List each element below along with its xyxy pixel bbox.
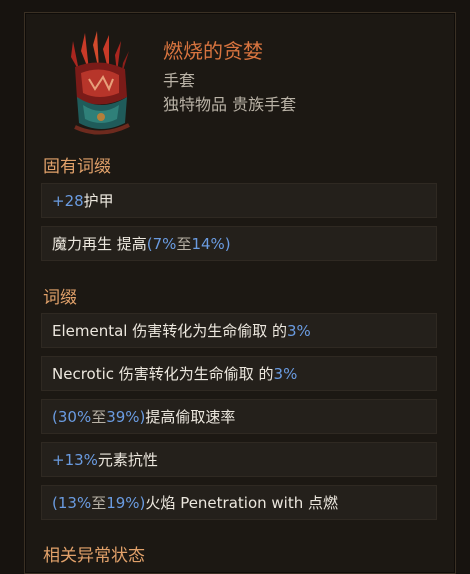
affix-value: 3%: [287, 321, 311, 340]
item-tooltip: 燃烧的贪婪 手套 独特物品 贵族手套 固有词缀 +28 护甲 魔力再生 提高 (…: [24, 12, 456, 574]
affix-row: +13% 元素抗性: [41, 442, 437, 477]
affix-value-max: 39%): [106, 407, 146, 426]
affix-row: (30% 至 39%) 提高偷取速率: [41, 399, 437, 434]
affix-value: 3%: [273, 364, 298, 383]
affix-value-min: (13%: [52, 493, 92, 512]
implicit-section-title: 固有词缀: [43, 157, 111, 177]
affix-row: Necrotic 伤害转化为生命偷取 的 3%: [41, 356, 437, 391]
range-separator: 至: [91, 494, 107, 512]
affix-text: Elemental 伤害转化为生命偷取 的: [52, 322, 287, 340]
implicit-text: 护甲: [83, 192, 114, 210]
implicit-value-min: (7%: [146, 234, 177, 253]
affix-value-min: (30%: [52, 407, 92, 426]
implicit-value-max: 14%): [191, 234, 231, 253]
affix-text: 提高偷取速率: [145, 408, 236, 426]
item-name: 燃烧的贪婪: [163, 39, 263, 63]
affix-text: Necrotic 伤害转化为生命偷取 的: [52, 365, 274, 383]
burning-gauntlet-icon: [71, 31, 130, 135]
affix-value-max: 19%): [106, 493, 146, 512]
affix-text: 元素抗性: [97, 451, 158, 469]
range-separator: 至: [91, 408, 107, 426]
item-header: 燃烧的贪婪 手套 独特物品 贵族手套: [25, 13, 455, 143]
range-separator: 至: [176, 235, 192, 253]
affix-row: Elemental 伤害转化为生命偷取 的 3%: [41, 313, 437, 348]
affix-row: (13% 至 19%) 火焰 Penetration with 点燃: [41, 485, 437, 520]
affix-value: +13%: [52, 450, 98, 469]
implicit-value: +28: [52, 191, 84, 210]
implicit-text: 魔力再生 提高: [52, 235, 147, 253]
implicit-row-armor: +28 护甲: [41, 183, 437, 218]
related-section-title: 相关异常状态: [43, 546, 145, 566]
affix-text: 火焰 Penetration with 点燃: [145, 494, 338, 512]
item-type: 手套: [163, 71, 196, 90]
item-subtitle: 独特物品 贵族手套: [163, 95, 297, 114]
implicit-row-mana-regen: 魔力再生 提高 (7% 至 14%): [41, 226, 437, 261]
affix-section-title: 词缀: [43, 288, 77, 308]
